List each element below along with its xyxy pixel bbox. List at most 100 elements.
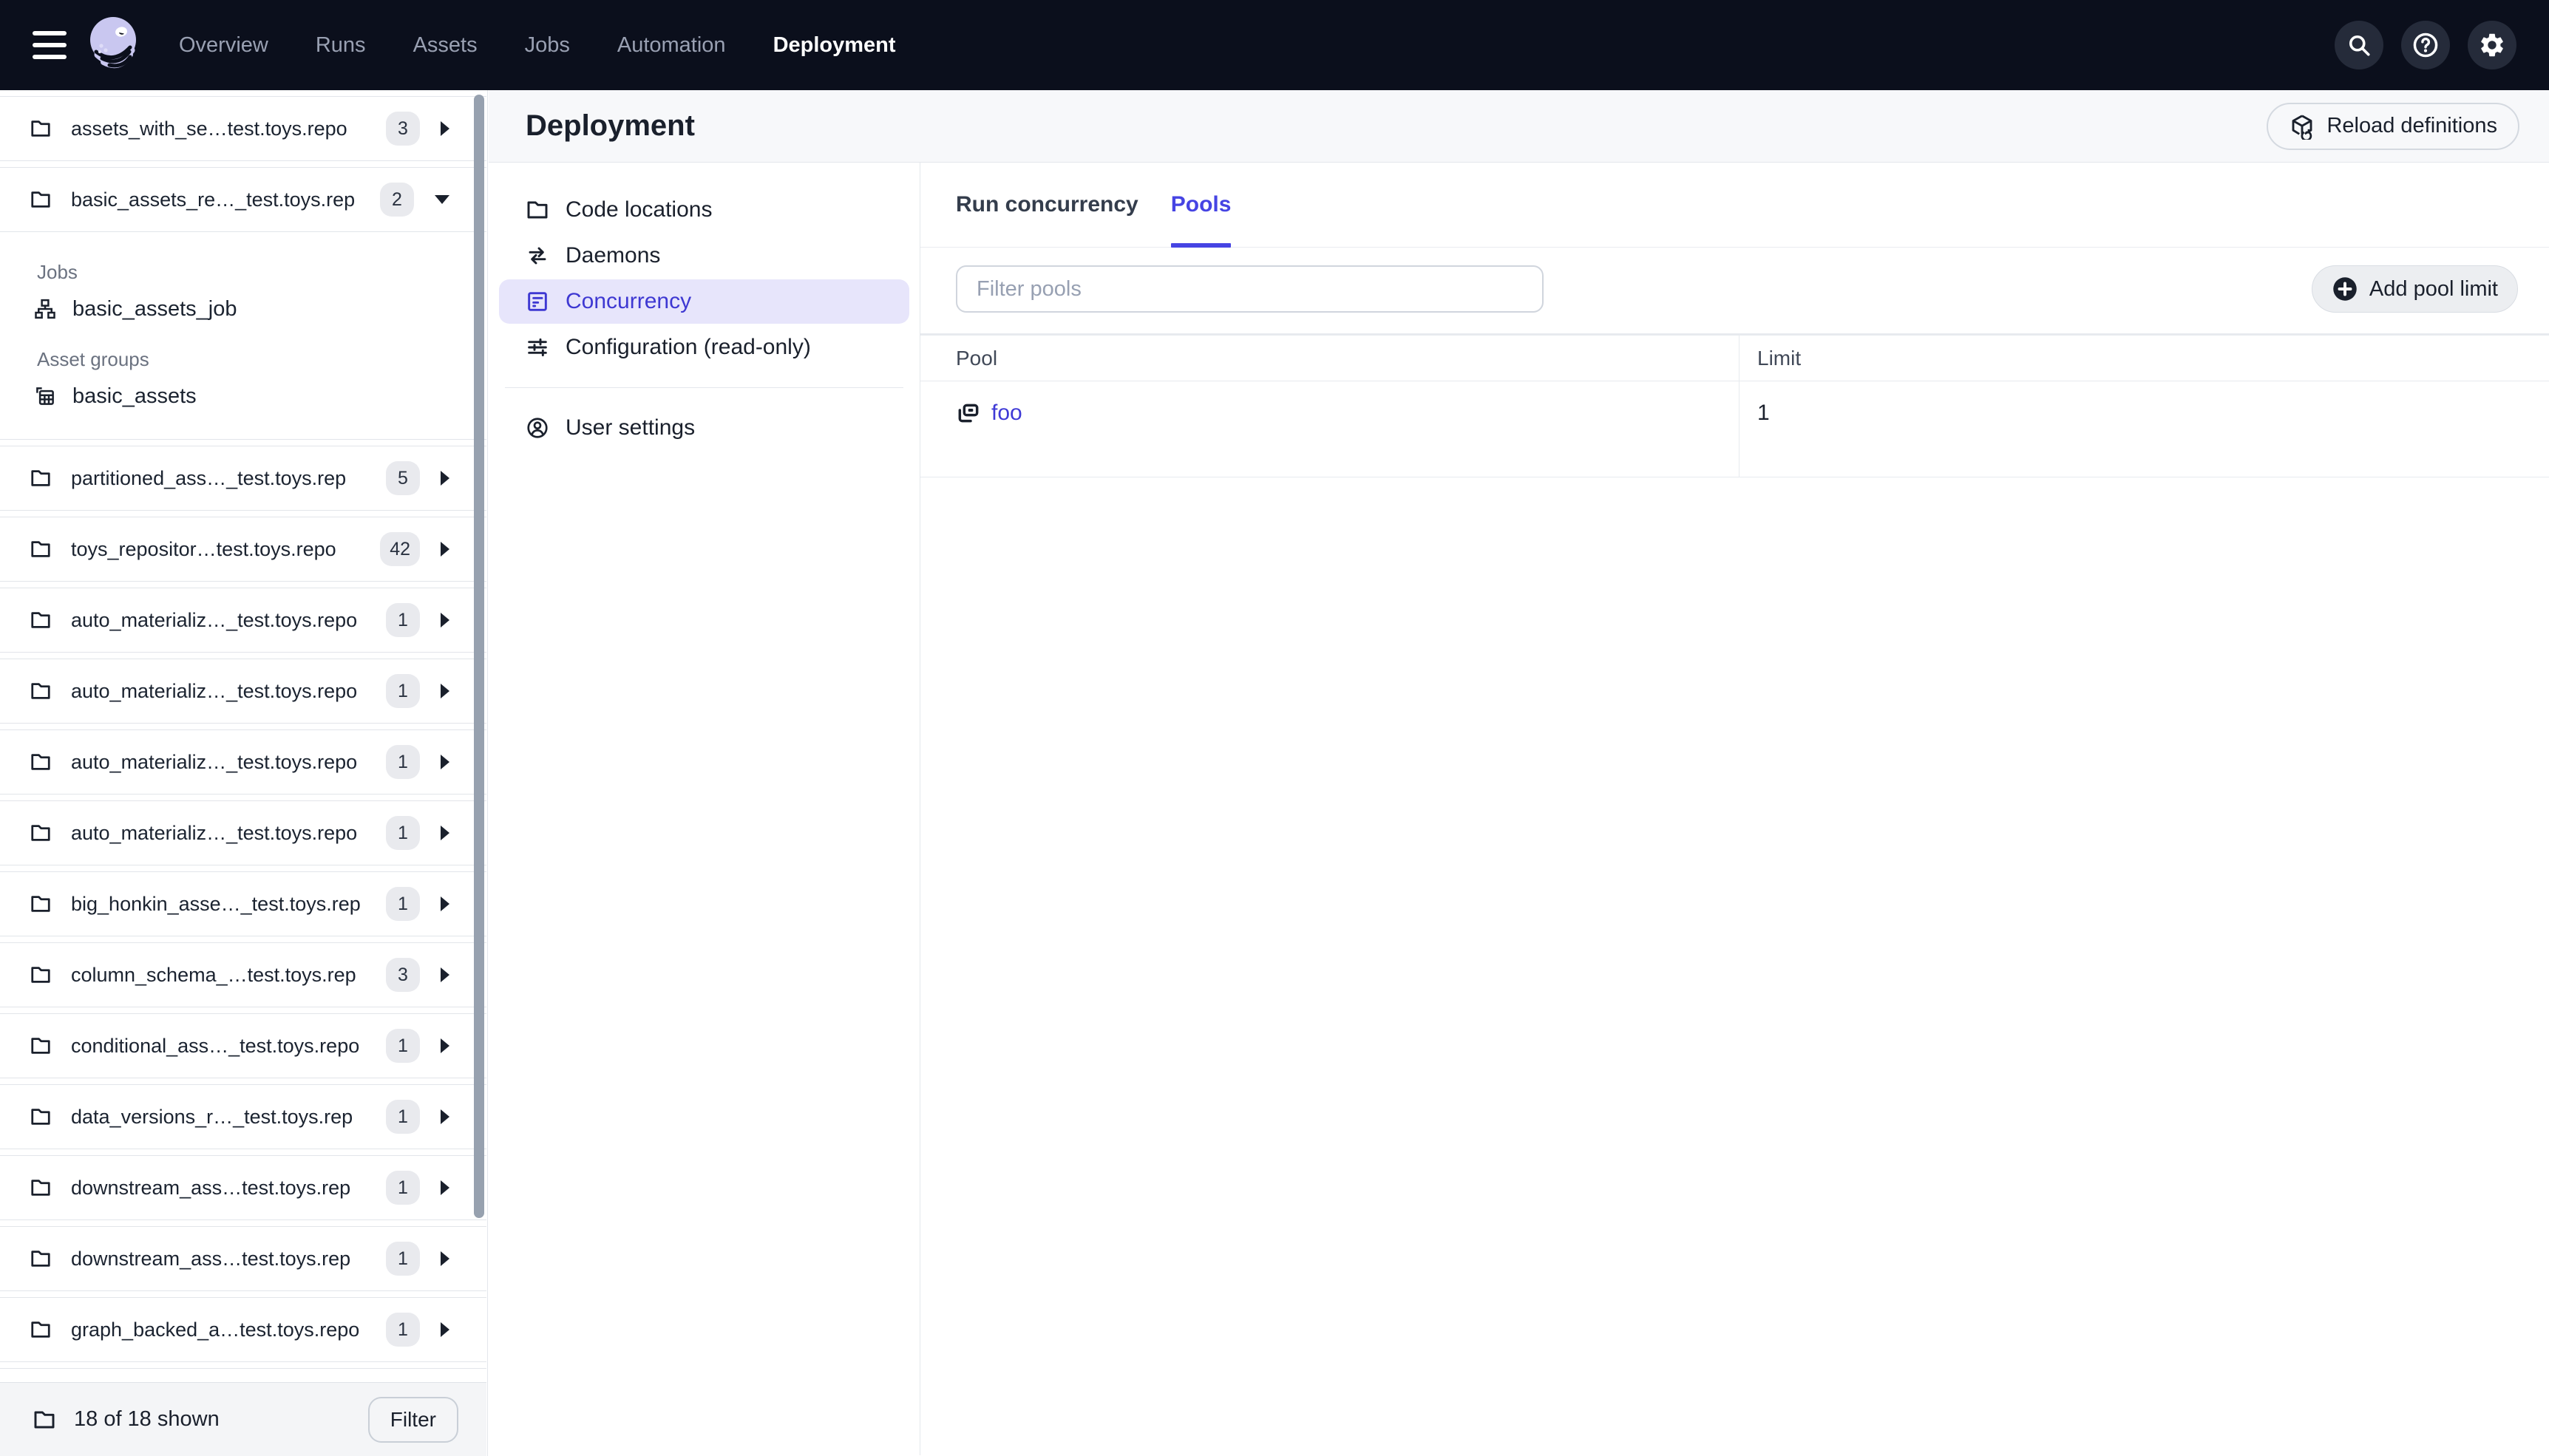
topnav-actions [2335, 21, 2516, 69]
code-location-row[interactable]: assets_with_se…test.toys.repo 3 [0, 96, 486, 161]
expand-chevron-icon[interactable] [441, 471, 449, 486]
sidebar-item-user-settings[interactable]: User settings [499, 406, 909, 450]
help-icon [2413, 33, 2438, 58]
code-location-name: toys_repositor…test.toys.repo [71, 537, 336, 560]
folder-icon [31, 120, 50, 137]
sidebar-item-concurrency[interactable]: Concurrency [499, 279, 909, 324]
code-location-row[interactable]: downstream_ass…test.toys.rep 1 [0, 1155, 486, 1220]
code-location-name: auto_materializ…_test.toys.repo [71, 608, 358, 631]
code-location-row[interactable]: data_versions_r…_test.toys.rep 1 [0, 1084, 486, 1149]
folder-icon [31, 1180, 50, 1196]
count-badge: 3 [386, 112, 420, 146]
expand-chevron-icon[interactable] [441, 1180, 449, 1195]
primary-nav-link[interactable]: Assets [413, 33, 478, 58]
code-location-name: data_versions_r…_test.toys.rep [71, 1105, 353, 1128]
expand-chevron-icon[interactable] [435, 195, 449, 204]
count-badge: 1 [386, 1029, 420, 1063]
code-location-row[interactable]: auto_materializ…_test.toys.repo 1 [0, 659, 486, 724]
primary-nav-link[interactable]: Deployment [773, 33, 896, 58]
count-badge: 1 [386, 674, 420, 708]
sidebar-item-job[interactable]: basic_assets_job [0, 288, 486, 330]
code-location-row[interactable]: auto_materializ…_test.toys.repo 1 [0, 588, 486, 653]
page-title: Deployment [526, 109, 695, 142]
pool-name-link[interactable]: foo [991, 401, 1022, 426]
code-location-name: column_schema_…test.toys.rep [71, 963, 356, 986]
code-location-row[interactable]: conditional_ass…_test.toys.repo 1 [0, 1013, 486, 1078]
pool-limit-value: 1 [1757, 401, 1770, 425]
daemons-repeat-icon [529, 247, 546, 265]
tab-pools[interactable]: Pools [1170, 163, 1232, 248]
plus-circle-icon [2333, 277, 2357, 301]
add-pool-limit-button[interactable]: Add pool limit [2311, 265, 2518, 313]
folder-icon [31, 896, 50, 912]
expand-chevron-icon[interactable] [441, 1322, 449, 1337]
expand-chevron-icon[interactable] [441, 684, 449, 698]
tab-run-concurrency[interactable]: Run concurrency [956, 163, 1138, 247]
folder-icon [31, 754, 50, 770]
primary-nav-link[interactable]: Runs [316, 33, 366, 58]
expand-chevron-icon[interactable] [441, 967, 449, 982]
sidebar-scrollbar[interactable] [474, 95, 484, 1218]
code-location-row[interactable]: big_honkin_asse…_test.toys.rep 1 [0, 871, 486, 936]
code-location-row[interactable]: graph_backed_a…test.toys.repo 1 [0, 1297, 486, 1362]
sidebar-item-daemons[interactable]: Daemons [499, 234, 909, 278]
search-button[interactable] [2335, 21, 2383, 69]
code-location-row[interactable]: auto_materializ…_test.toys.repo 1 [0, 729, 486, 795]
dagster-logo[interactable] [86, 13, 140, 77]
hamburger-menu-icon[interactable] [33, 31, 67, 59]
expand-chevron-icon[interactable] [441, 1109, 449, 1124]
sidebar-item-code-locations[interactable]: Code locations [499, 188, 909, 232]
code-location-row[interactable]: basic_assets_re…_test.toys.rep 2 [0, 167, 486, 232]
job-name: basic_assets_job [72, 296, 237, 321]
main-area: Deployment Reload definitions Code locat… [489, 90, 2549, 1456]
folder-icon [31, 191, 50, 208]
folder-icon [31, 541, 50, 557]
column-header-limit: Limit [1739, 336, 2549, 381]
folder-icon [527, 201, 548, 219]
reload-definitions-button[interactable]: Reload definitions [2267, 102, 2519, 150]
count-badge: 5 [386, 461, 420, 495]
code-location-name: downstream_ass…test.toys.rep [71, 1176, 351, 1199]
table-row: foo 1 [920, 381, 2549, 477]
expand-chevron-icon[interactable] [441, 542, 449, 557]
expand-chevron-icon[interactable] [441, 121, 449, 136]
count-badge: 1 [386, 816, 420, 850]
count-badge: 1 [386, 887, 420, 921]
concurrency-content: Run concurrency Pools Add pool limit [920, 163, 2549, 1455]
sidebar-item-asset-group[interactable]: basic_assets [0, 375, 486, 417]
count-badge: 1 [386, 603, 420, 637]
code-location-row[interactable]: partitioned_ass…_test.toys.rep 5 [0, 446, 486, 511]
expand-chevron-icon[interactable] [441, 897, 449, 911]
pool-icon [958, 404, 979, 423]
code-location-row[interactable]: toys_repositor…test.toys.repo 42 [0, 517, 486, 582]
code-location-row[interactable]: auto_materializ…_test.toys.repo 1 [0, 800, 486, 865]
primary-nav-link[interactable]: Jobs [525, 33, 570, 58]
folder-icon [31, 470, 50, 486]
sidebar-item-configuration[interactable]: Configuration (read-only) [499, 325, 909, 370]
code-location-name: big_honkin_asse…_test.toys.rep [71, 892, 361, 915]
code-location-row[interactable]: long_asset_keys…_test.toys.rep 1 [0, 1368, 486, 1382]
expand-chevron-icon[interactable] [441, 1038, 449, 1053]
expand-chevron-icon[interactable] [441, 1251, 449, 1266]
top-nav: Overview Runs Assets Jobs Automation Deployme… [0, 0, 2549, 90]
primary-nav-link[interactable]: Overview [179, 33, 268, 58]
expand-chevron-icon[interactable] [441, 755, 449, 769]
expand-chevron-icon[interactable] [441, 613, 449, 627]
expand-chevron-icon[interactable] [441, 826, 449, 840]
pools-toolbar: Add pool limit [956, 265, 2518, 313]
folder-icon [31, 967, 50, 983]
job-icon [35, 299, 55, 319]
sidebar-filter-button[interactable]: Filter [367, 1396, 458, 1443]
help-button[interactable] [2401, 21, 2450, 69]
code-location-name: partitioned_ass…_test.toys.rep [71, 466, 347, 489]
gear-icon [2481, 33, 2503, 57]
settings-button[interactable] [2468, 21, 2516, 69]
count-badge: 1 [386, 1313, 420, 1347]
code-location-row[interactable]: downstream_ass…test.toys.rep 1 [0, 1226, 486, 1291]
asset-group-name: basic_assets [72, 384, 197, 408]
count-badge: 42 [380, 532, 420, 566]
primary-nav-link[interactable]: Automation [617, 33, 726, 58]
filter-pools-input[interactable] [956, 265, 1544, 313]
concurrency-tabs: Run concurrency Pools [920, 163, 2549, 248]
code-location-row[interactable]: column_schema_…test.toys.rep 3 [0, 942, 486, 1007]
